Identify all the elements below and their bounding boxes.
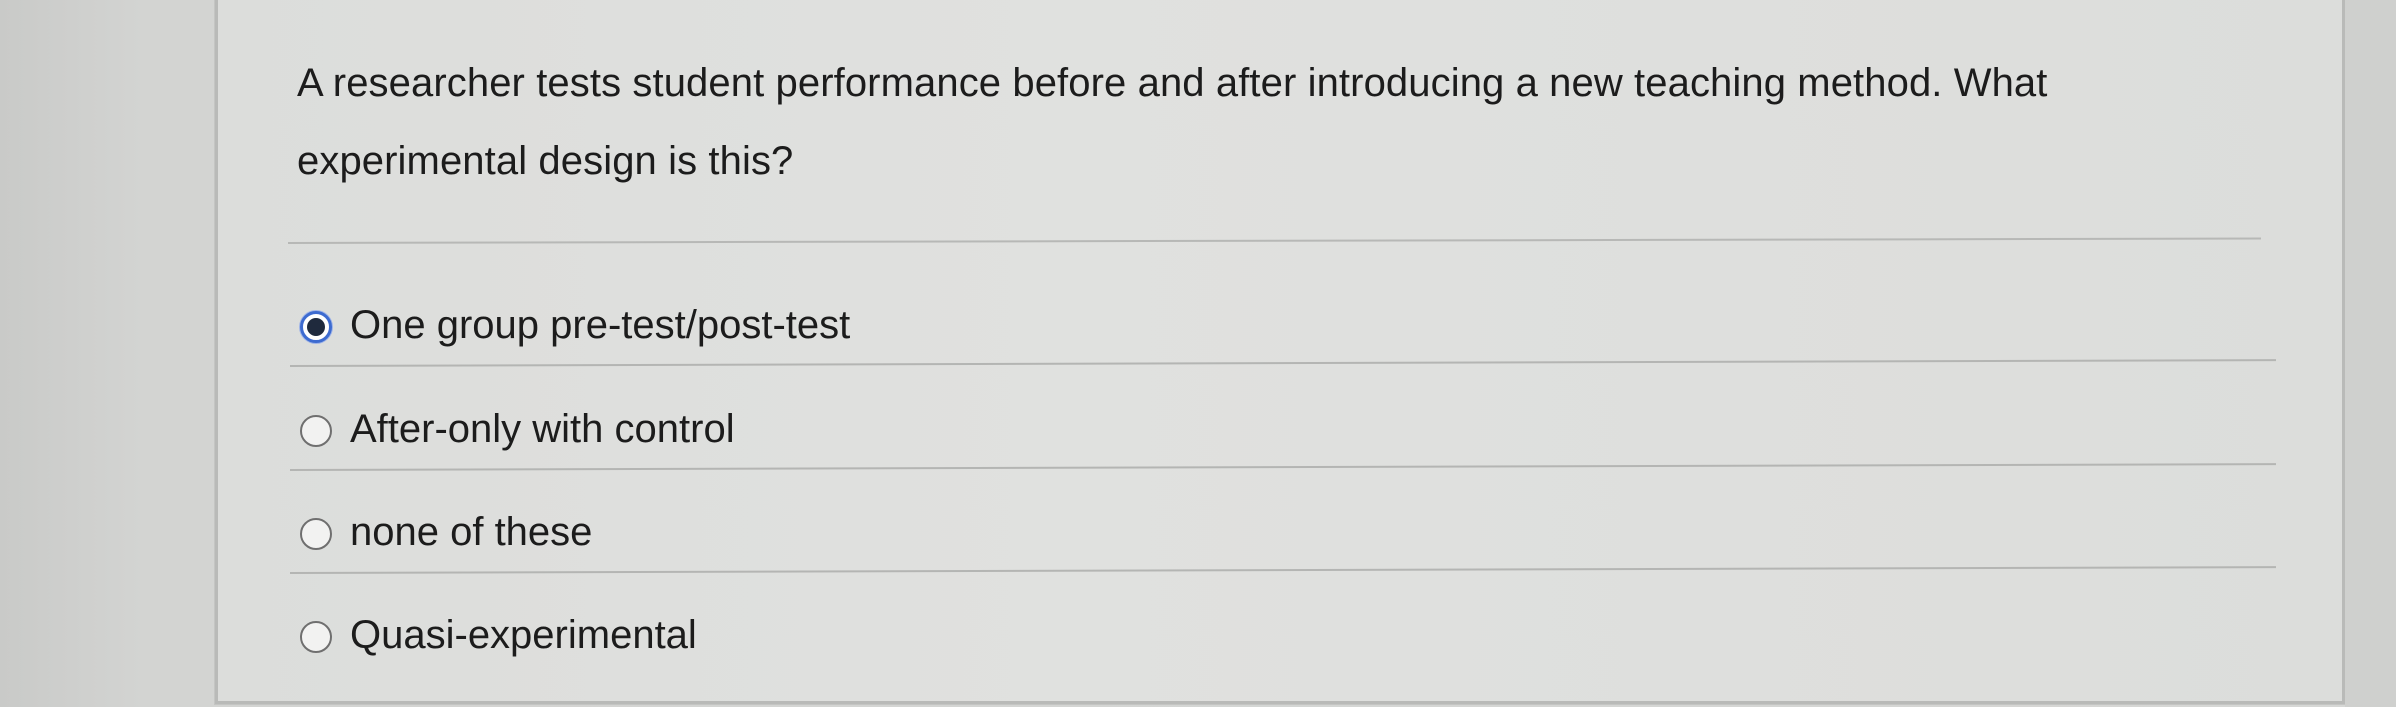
option-divider	[289, 566, 2276, 574]
radio-button[interactable]	[300, 518, 332, 550]
option-label[interactable]: none of these	[350, 504, 592, 560]
option-divider	[289, 359, 2276, 367]
option-label[interactable]: One group pre-test/post-test	[350, 297, 850, 353]
page-margin	[2345, 0, 2396, 707]
answer-option-3[interactable]: none of these	[289, 496, 2276, 596]
radio-button[interactable]	[300, 621, 332, 653]
answer-option-1[interactable]: One group pre-test/post-test	[289, 289, 2276, 389]
radio-button[interactable]	[300, 415, 332, 447]
option-label[interactable]: Quasi-experimental	[350, 607, 697, 663]
option-divider	[289, 463, 2276, 471]
answer-option-2[interactable]: After-only with control	[289, 393, 2276, 493]
option-label[interactable]: After-only with control	[350, 401, 735, 457]
radio-button-selected[interactable]	[300, 311, 332, 343]
answer-option-4[interactable]: Quasi-experimental	[290, 599, 2276, 699]
radio-selected-dot-icon	[307, 318, 325, 336]
question-text: A researcher tests student performance b…	[297, 61, 2048, 183]
